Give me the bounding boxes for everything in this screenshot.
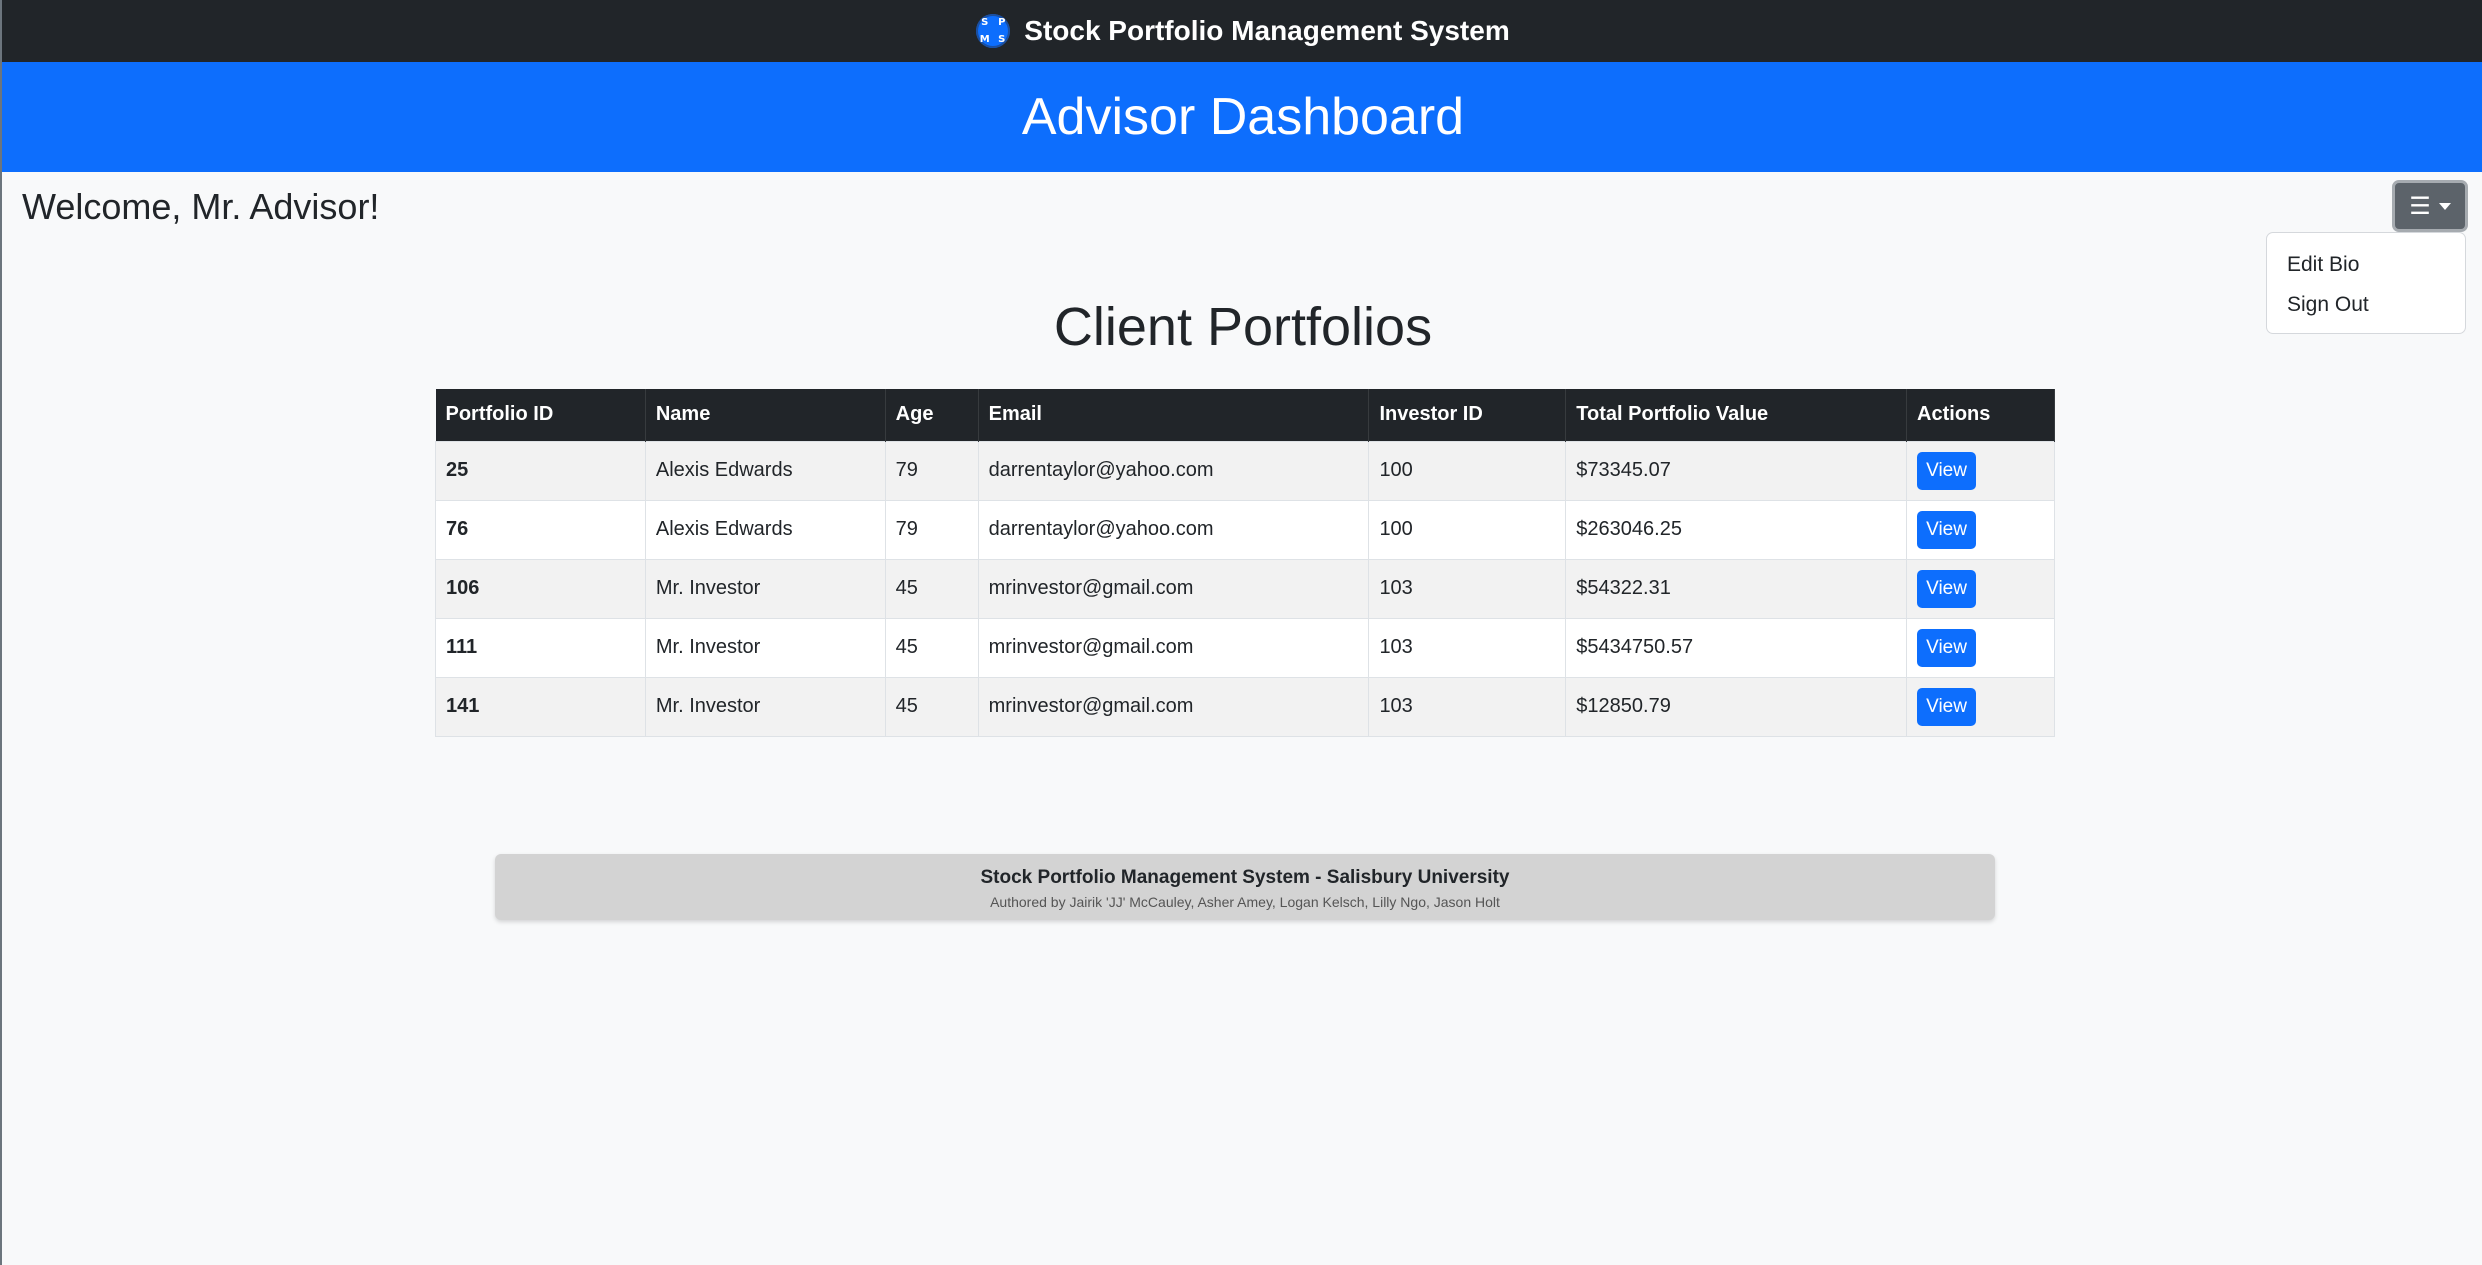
- age-cell: 79: [884, 440, 979, 501]
- total-value-cell: $12850.79: [1565, 676, 1908, 737]
- investor-id-cell: 103: [1368, 676, 1567, 737]
- portfolio-id-cell: 25: [435, 440, 646, 501]
- spms-logo-icon: S P M S: [976, 14, 1011, 48]
- view-button[interactable]: View: [1917, 451, 1977, 490]
- logo-letter: P: [998, 17, 1006, 28]
- actions-cell: View: [1906, 558, 2055, 619]
- age-cell: 79: [884, 499, 979, 560]
- column-header: Age: [885, 389, 979, 441]
- name-cell: Alexis Edwards: [644, 499, 886, 560]
- view-button[interactable]: View: [1917, 628, 1977, 667]
- actions-cell: View: [1906, 440, 2055, 501]
- logo-letter: S: [998, 34, 1006, 45]
- table-row: 25 Alexis Edwards 79 darrentaylor@yahoo.…: [435, 440, 2055, 501]
- footer-title: Stock Portfolio Management System - Sali…: [980, 867, 1510, 888]
- table-header-row: Portfolio ID Name Age Email Investor ID …: [435, 389, 2055, 441]
- investor-id-cell: 103: [1368, 617, 1567, 678]
- dashboard-header: Advisor Dashboard: [2, 62, 2482, 172]
- portfolio-id-cell: 141: [435, 676, 646, 737]
- actions-cell: View: [1906, 499, 2055, 560]
- table-row: 76 Alexis Edwards 79 darrentaylor@yahoo.…: [435, 499, 2055, 560]
- menu-toggle-button[interactable]: ☰: [2392, 180, 2468, 232]
- column-header: Actions: [1906, 389, 2055, 441]
- name-cell: Alexis Edwards: [644, 440, 886, 501]
- investor-id-cell: 100: [1368, 499, 1567, 560]
- column-header: Total Portfolio Value: [1565, 389, 1908, 441]
- portfolio-id-cell: 76: [435, 499, 646, 560]
- email-cell: mrinvestor@gmail.com: [977, 558, 1370, 619]
- table-row: 141 Mr. Investor 45 mrinvestor@gmail.com…: [435, 676, 2055, 737]
- logo-letter: M: [979, 34, 990, 45]
- table-row: 106 Mr. Investor 45 mrinvestor@gmail.com…: [435, 558, 2055, 619]
- hamburger-icon: ☰: [2409, 192, 2431, 220]
- age-cell: 45: [884, 676, 979, 737]
- name-cell: Mr. Investor: [644, 558, 886, 619]
- column-header: Email: [978, 389, 1370, 441]
- name-cell: Mr. Investor: [644, 676, 886, 737]
- column-header: Name: [645, 389, 886, 441]
- column-header: Investor ID: [1368, 389, 1567, 441]
- investor-id-cell: 100: [1368, 440, 1567, 501]
- age-cell: 45: [884, 617, 979, 678]
- view-button[interactable]: View: [1917, 687, 1977, 726]
- menu-item-edit-bio[interactable]: Edit Bio: [2267, 247, 2465, 287]
- logo-letter: S: [981, 17, 989, 28]
- top-navbar: S P M S Stock Portfolio Management Syste…: [2, 0, 2482, 62]
- email-cell: mrinvestor@gmail.com: [977, 617, 1370, 678]
- actions-cell: View: [1906, 676, 2055, 737]
- name-cell: Mr. Investor: [644, 617, 886, 678]
- page-footer: Stock Portfolio Management System - Sali…: [495, 854, 1995, 920]
- investor-id-cell: 103: [1368, 558, 1567, 619]
- chevron-down-icon: [2438, 202, 2451, 210]
- view-button[interactable]: View: [1917, 510, 1977, 549]
- email-cell: darrentaylor@yahoo.com: [977, 440, 1370, 501]
- table-row: 111 Mr. Investor 45 mrinvestor@gmail.com…: [435, 617, 2055, 678]
- page-title: Advisor Dashboard: [1021, 88, 1465, 146]
- column-header: Portfolio ID: [435, 389, 646, 441]
- actions-cell: View: [1906, 617, 2055, 678]
- total-value-cell: $5434750.57: [1565, 617, 1908, 678]
- welcome-message: Welcome, Mr. Advisor!: [22, 186, 380, 227]
- portfolio-id-cell: 111: [435, 617, 646, 678]
- total-value-cell: $263046.25: [1565, 499, 1908, 560]
- email-cell: mrinvestor@gmail.com: [977, 676, 1370, 737]
- total-value-cell: $54322.31: [1565, 558, 1908, 619]
- portfolio-id-cell: 106: [435, 558, 646, 619]
- section-title: Client Portfolios: [1053, 297, 1433, 357]
- email-cell: darrentaylor@yahoo.com: [977, 499, 1370, 560]
- total-value-cell: $73345.07: [1565, 440, 1908, 501]
- portfolios-table: Portfolio ID Name Age Email Investor ID …: [435, 389, 2055, 737]
- view-button[interactable]: View: [1917, 569, 1977, 608]
- app-title[interactable]: Stock Portfolio Management System: [1024, 15, 1509, 47]
- age-cell: 45: [884, 558, 979, 619]
- footer-authors: Authored by Jairik 'JJ' McCauley, Asher …: [990, 894, 1500, 910]
